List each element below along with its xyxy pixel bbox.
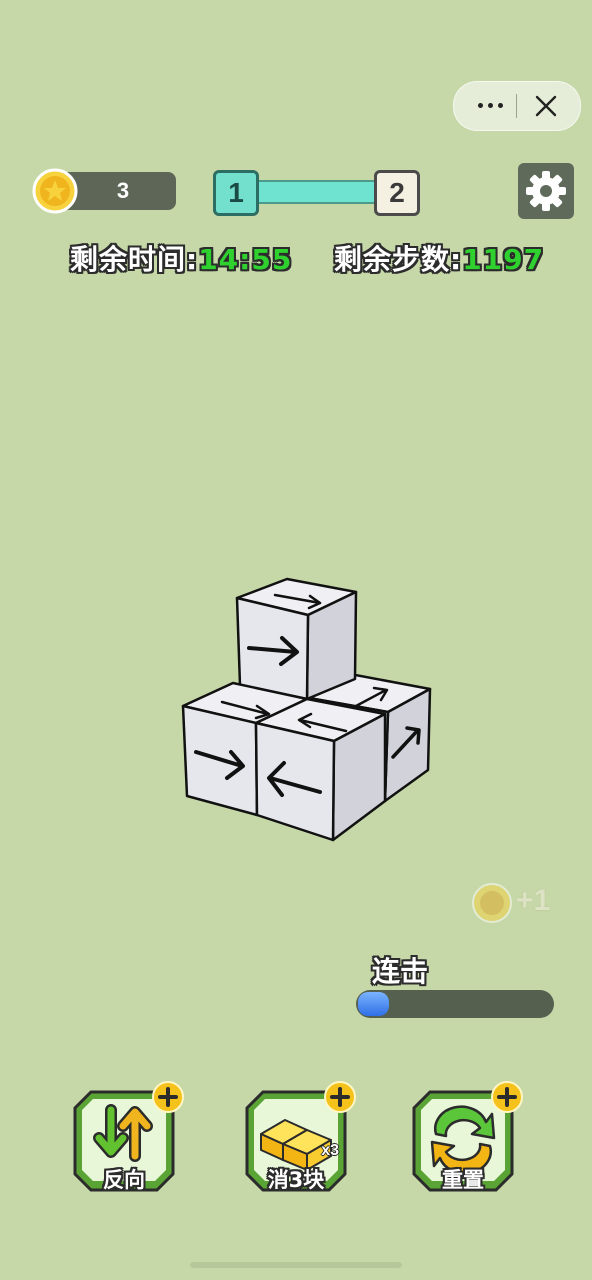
close-icon [535,95,557,117]
more-options-button[interactable] [468,90,512,120]
steps-remaining: 剩余步数:1197 [334,238,544,278]
level-progress-bar [240,180,394,204]
home-indicator [190,1262,402,1268]
reverse-label: 反向 [103,1168,145,1192]
cube-top[interactable] [235,577,358,701]
blocks-multiplier: x3 [321,1142,339,1159]
settings-button[interactable] [518,163,574,219]
time-label: 剩余时间: [70,243,199,276]
combo-meter-fill [358,992,389,1016]
current-level-badge: 1 [213,170,259,216]
add-icon[interactable] [323,1080,357,1114]
close-button[interactable] [524,90,568,122]
add-icon[interactable] [490,1080,524,1114]
combo-label: 连击 [372,955,429,988]
time-value: 14:55 [198,243,293,276]
coin-icon [32,168,78,214]
steps-label: 剩余步数: [334,243,463,276]
cube-puzzle [181,577,432,842]
combo-meter [356,990,554,1018]
gear-icon [526,171,566,211]
time-remaining: 剩余时间:14:55 [70,238,292,278]
reward-amount: +1 [516,884,551,917]
add-icon[interactable] [151,1080,185,1114]
menu-capsule [453,81,581,131]
next-level-badge: 2 [374,170,420,216]
clear-blocks-label: 消3块 [267,1168,325,1192]
coin-icon [472,883,512,923]
reset-powerup-button[interactable]: 重置 [412,1081,523,1192]
reset-label: 重置 [442,1168,484,1192]
clear-blocks-powerup-button[interactable]: x3 消3块 [245,1081,356,1192]
reverse-powerup-button[interactable]: 反向 [73,1081,184,1192]
reward-popup: +1 [472,880,562,928]
capsule-divider [516,94,517,118]
coin-count: 3 [116,178,130,203]
steps-value: 1197 [462,243,545,276]
